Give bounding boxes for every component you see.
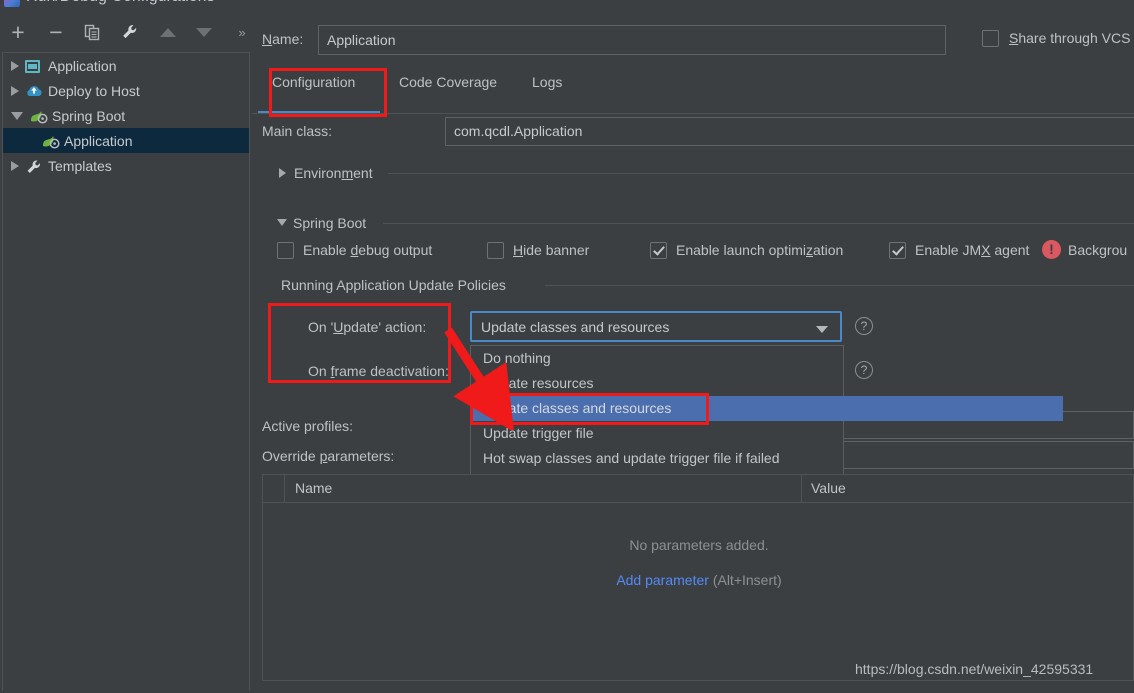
move-up-button[interactable] xyxy=(156,20,180,44)
table-column-name[interactable]: Name xyxy=(295,475,332,502)
copy-icon xyxy=(84,24,99,40)
enable-jmx-agent-label: Enable JMX agent xyxy=(915,242,1030,258)
intellij-idea-icon xyxy=(4,0,20,7)
update-policies-divider xyxy=(545,285,1134,286)
remove-configuration-button[interactable]: − xyxy=(44,20,68,44)
chevron-right-icon[interactable] xyxy=(11,160,19,171)
copy-configuration-button[interactable] xyxy=(80,20,104,44)
tab-configuration[interactable]: Configuration xyxy=(272,74,355,90)
main-class-label: Main class: xyxy=(262,123,333,139)
chevron-right-icon[interactable] xyxy=(11,85,19,96)
enable-debug-output-label: Enable debug output xyxy=(303,242,433,258)
add-parameter-row: Add parameter (Alt+Insert) xyxy=(263,572,1134,588)
main-class-input[interactable]: com.qcdl.Application xyxy=(445,117,1134,146)
spring-boot-icon xyxy=(41,134,61,150)
table-column-value[interactable]: Value xyxy=(811,475,846,502)
table-header-row: Name Value xyxy=(263,475,1133,503)
annotation-arrow xyxy=(444,327,515,430)
run-debug-configurations-dialog: Run/Debug Configurations + − » xyxy=(0,0,1134,693)
tab-divider xyxy=(252,113,1134,114)
name-label: Name: xyxy=(262,31,304,47)
window-title: Run/Debug Configurations xyxy=(26,0,215,6)
move-down-icon xyxy=(196,27,212,37)
wrench-icon xyxy=(123,25,137,39)
move-up-icon xyxy=(160,27,176,37)
chevron-right-icon[interactable] xyxy=(11,60,19,71)
enable-launch-optimization-checkbox[interactable] xyxy=(650,242,667,259)
spring-boot-divider xyxy=(383,223,1134,224)
enable-launch-optimization-label: Enable launch optimization xyxy=(676,242,844,258)
on-update-action-label: On 'Update' action: xyxy=(308,319,427,335)
empty-table-message: No parameters added. xyxy=(629,537,769,553)
hide-banner-checkbox[interactable] xyxy=(487,242,504,259)
on-frame-deactivation-label: On frame deactivation: xyxy=(308,363,449,379)
update-policies-label: Running Application Update Policies xyxy=(281,277,506,293)
tree-item-label: Application xyxy=(48,57,117,74)
tree-item-deploy-to-host[interactable]: Deploy to Host xyxy=(3,78,249,103)
add-configuration-button[interactable]: + xyxy=(6,20,30,44)
environment-section-label: Environment xyxy=(294,165,373,181)
table-gutter-column xyxy=(263,475,285,502)
move-down-button[interactable] xyxy=(192,20,216,44)
environment-divider xyxy=(388,173,1134,174)
tree-item-label: Spring Boot xyxy=(52,107,126,124)
on-update-help-icon[interactable]: ? xyxy=(855,317,873,335)
chevron-down-icon[interactable] xyxy=(816,326,828,333)
active-profiles-label: Active profiles: xyxy=(262,418,354,434)
on-frame-help-icon[interactable]: ? xyxy=(855,361,873,379)
name-input[interactable]: Application xyxy=(318,25,946,55)
parameters-table[interactable]: Name Value No parameters added. Add para… xyxy=(262,474,1134,681)
share-through-vcs-label: Share through VCS xyxy=(1009,30,1131,46)
tree-item-spring-boot-application[interactable]: Application xyxy=(3,128,249,153)
add-parameter-link[interactable]: Add parameter xyxy=(616,572,709,588)
environment-expander-icon[interactable] xyxy=(279,168,286,178)
configuration-panel: Name: Application Share through VCS Conf… xyxy=(252,0,1134,693)
tree-item-templates[interactable]: Templates xyxy=(3,153,249,178)
column-separator[interactable] xyxy=(801,475,802,502)
add-parameter-shortcut: (Alt+Insert) xyxy=(712,572,782,588)
wrench-icon xyxy=(25,158,45,174)
edit-templates-button[interactable] xyxy=(118,20,142,44)
tree-item-label: Templates xyxy=(48,157,112,174)
background-label: Backgrou xyxy=(1068,242,1128,258)
chevron-down-icon[interactable] xyxy=(11,111,23,120)
tree-item-label: Application xyxy=(64,132,133,149)
enable-jmx-agent-checkbox[interactable] xyxy=(889,242,906,259)
tree-item-spring-boot[interactable]: Spring Boot xyxy=(3,103,249,128)
tree-item-application[interactable]: Application xyxy=(3,53,249,78)
warning-icon: ! xyxy=(1042,240,1061,259)
window-icon xyxy=(25,58,45,74)
configurations-tree[interactable]: Application Deploy to Host Spring Boot A… xyxy=(2,52,250,691)
tab-logs[interactable]: Logs xyxy=(532,74,562,90)
spring-boot-section-label: Spring Boot xyxy=(293,215,367,231)
tree-item-label: Deploy to Host xyxy=(48,82,140,99)
tab-code-coverage[interactable]: Code Coverage xyxy=(399,74,497,90)
override-parameters-label: Override parameters: xyxy=(262,448,395,464)
tree-toolbar: + − » xyxy=(0,16,251,48)
hide-banner-label: Hide banner xyxy=(513,242,590,258)
enable-debug-output-checkbox[interactable] xyxy=(277,242,294,259)
spring-boot-icon xyxy=(29,109,49,125)
cloud-icon xyxy=(25,84,45,100)
dropdown-option-hot-swap-classes[interactable]: Hot swap classes and update trigger file… xyxy=(471,446,843,471)
share-through-vcs-checkbox[interactable] xyxy=(982,30,999,47)
toolbar-overflow-button[interactable]: » xyxy=(230,20,254,44)
spring-boot-expander-icon[interactable] xyxy=(277,219,287,226)
dropdown-option-update-classes-and-resources[interactable]: Update classes and resources xyxy=(471,396,1063,421)
watermark: https://blog.csdn.net/weixin_42595331 xyxy=(855,661,1094,677)
